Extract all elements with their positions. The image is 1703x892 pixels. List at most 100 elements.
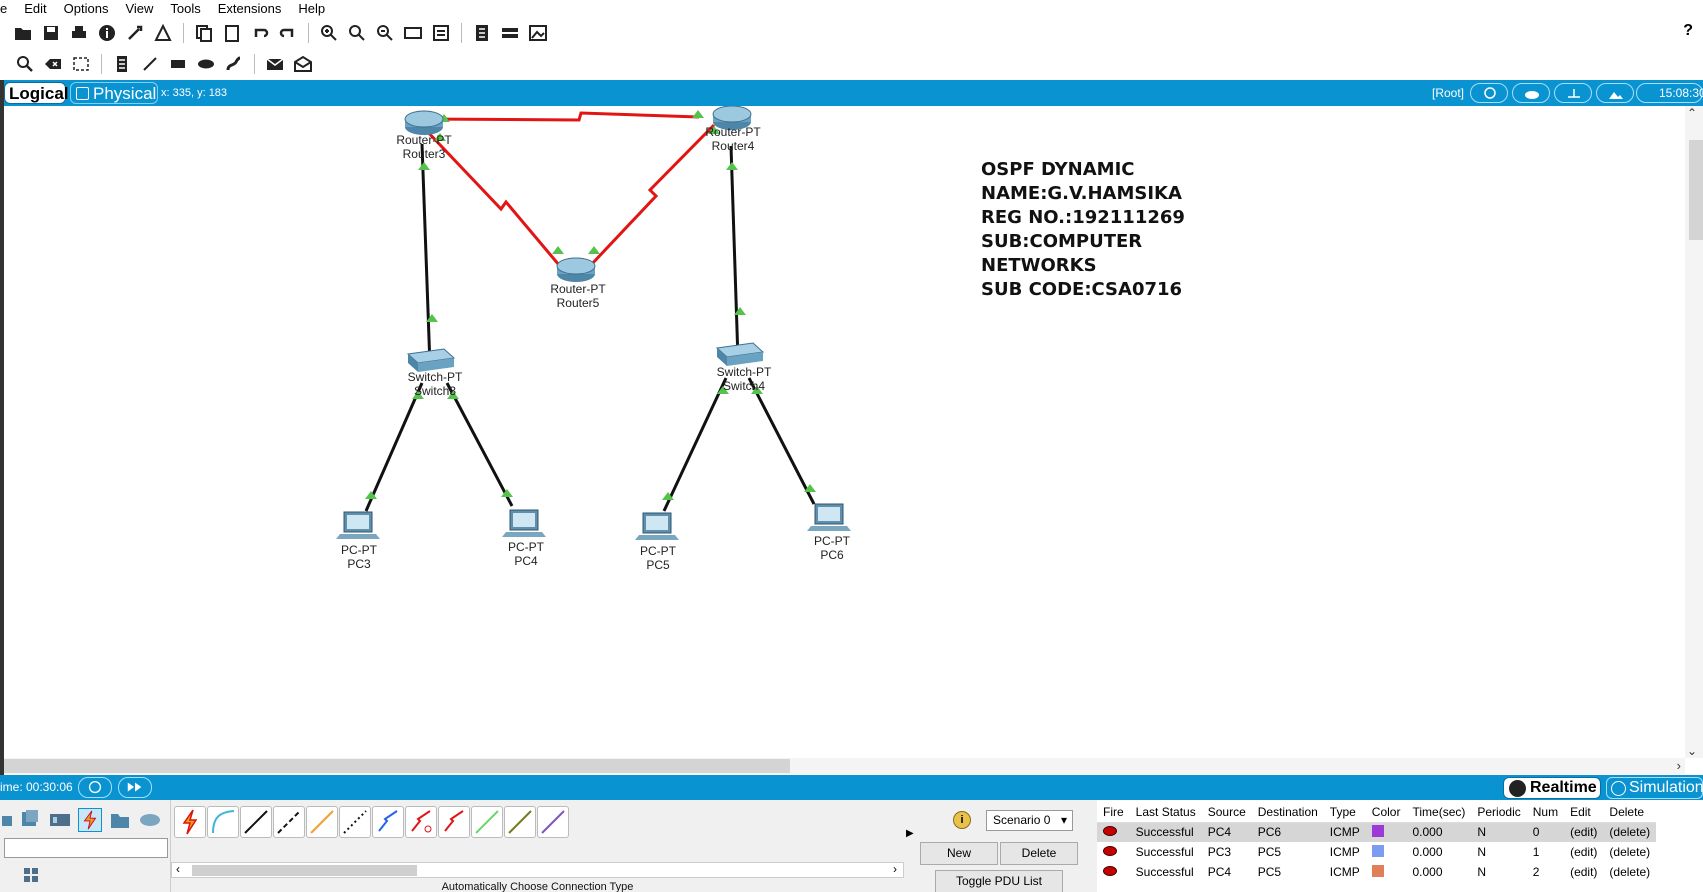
grid-icon[interactable]	[24, 868, 38, 882]
collapse-arrow-icon[interactable]: ▶	[906, 828, 914, 839]
new-cluster-button[interactable]	[1554, 83, 1592, 103]
print-icon[interactable]	[68, 22, 90, 44]
physical-tab[interactable]: Physical	[70, 82, 158, 104]
scroll-right-icon[interactable]: ›	[1677, 758, 1681, 773]
connection-types-scrollbar[interactable]: ‹ ›	[171, 862, 904, 878]
scenario-info-icon[interactable]: i	[953, 811, 971, 829]
drawing-palette-icon[interactable]	[402, 22, 424, 44]
menu-options[interactable]: Options	[64, 1, 109, 17]
connections-icon[interactable]	[78, 808, 102, 832]
menu-edit[interactable]: Edit	[24, 1, 46, 17]
scroll-down-icon[interactable]: ⌄	[1687, 744, 1697, 758]
router4-label: Router-PT Router4	[688, 125, 778, 153]
freeform-icon[interactable]	[223, 53, 245, 75]
delete-icon[interactable]	[42, 53, 64, 75]
place-note-icon[interactable]	[111, 53, 133, 75]
menu-help[interactable]: Help	[298, 1, 325, 17]
draw-rectangle-icon[interactable]	[167, 53, 189, 75]
menu-file[interactable]: e	[0, 1, 7, 17]
inspect-icon[interactable]	[14, 53, 36, 75]
background-image-button[interactable]	[1596, 83, 1634, 103]
save-icon[interactable]	[40, 22, 62, 44]
miscellaneous-icon[interactable]	[108, 808, 132, 832]
menu-view[interactable]: View	[125, 1, 153, 17]
scenario-select[interactable]: Scenario 0	[986, 810, 1073, 831]
fire-icon[interactable]	[1103, 866, 1117, 876]
custom-devices-icon[interactable]	[430, 22, 452, 44]
select-icon[interactable]	[2, 53, 8, 75]
logical-tab[interactable]: Logical	[4, 82, 69, 104]
serial-dte-button[interactable]	[438, 806, 470, 838]
workspace-note[interactable]: OSPF DYNAMIC NAME:G.V.HAMSIKA REG NO.:19…	[981, 158, 1185, 302]
pdu-edit-link[interactable]: (edit)	[1564, 842, 1603, 862]
workspace-vertical-scrollbar[interactable]: ⌃ ⌄	[1685, 106, 1703, 758]
screenshot-icon[interactable]	[527, 22, 549, 44]
menu-extensions[interactable]: Extensions	[218, 1, 282, 17]
copper-straight-through-button[interactable]	[240, 806, 272, 838]
pdu-delete-link[interactable]: (delete)	[1603, 842, 1656, 862]
fiber-button[interactable]	[306, 806, 338, 838]
pdu-edit-link[interactable]: (edit)	[1564, 822, 1604, 842]
delete-scenario-button[interactable]: Delete	[1000, 842, 1078, 865]
logical-workspace[interactable]: Router-PT Router3 Router-PT Router4 Rout…	[4, 106, 1685, 758]
text-file-icon[interactable]	[471, 22, 493, 44]
phone-cable-button[interactable]	[339, 806, 371, 838]
device-manager-icon[interactable]	[499, 22, 521, 44]
components-icon[interactable]	[48, 808, 72, 832]
scroll-left-icon[interactable]: ‹	[176, 862, 180, 876]
wizard-icon[interactable]	[124, 22, 146, 44]
coaxial-button[interactable]	[372, 806, 404, 838]
draw-ellipse-icon[interactable]	[195, 53, 217, 75]
pdu-row[interactable]: Successful PC4 PC6 ICMP 0.000 N 0 (edit)…	[1097, 822, 1657, 842]
undo-icon[interactable]	[249, 22, 271, 44]
scroll-up-icon[interactable]: ⌃	[1687, 106, 1697, 120]
fire-icon[interactable]	[1103, 846, 1117, 856]
environment-button[interactable]	[1512, 83, 1550, 103]
workspace-horizontal-scrollbar[interactable]: ›	[4, 758, 1685, 774]
octal-cable-button[interactable]	[471, 806, 503, 838]
multiuser-icon[interactable]	[138, 808, 162, 832]
pdu-row[interactable]: Successful PC3 PC5 ICMP 0.000 N 1 (edit)…	[1097, 842, 1656, 862]
vertical-scroll-thumb[interactable]	[1689, 140, 1703, 240]
router3-label: Router-PT Router3	[379, 133, 469, 161]
help-button[interactable]: ?	[1683, 22, 1693, 40]
power-cycle-button[interactable]	[78, 777, 112, 798]
draw-line-icon[interactable]	[139, 53, 161, 75]
open-folder-icon[interactable]	[12, 22, 34, 44]
add-complex-pdu-icon[interactable]	[292, 53, 314, 75]
fast-forward-button[interactable]	[118, 777, 152, 798]
auto-connection-button[interactable]	[174, 806, 206, 838]
copy-icon[interactable]	[193, 22, 215, 44]
device-search-field[interactable]	[4, 838, 168, 858]
iot-custom-cable-button[interactable]	[504, 806, 536, 838]
connection-scroll-thumb[interactable]	[192, 865, 417, 876]
pdu-delete-link[interactable]: (delete)	[1603, 822, 1657, 842]
zoom-reset-icon[interactable]	[346, 22, 368, 44]
copper-cross-over-button[interactable]	[273, 806, 305, 838]
network-info-icon[interactable]	[152, 22, 174, 44]
zoom-out-icon[interactable]	[374, 22, 396, 44]
horizontal-scroll-thumb[interactable]	[4, 759, 790, 773]
end-devices-icon[interactable]	[18, 808, 42, 832]
paste-icon[interactable]	[221, 22, 243, 44]
menu-tools[interactable]: Tools	[170, 1, 200, 17]
realtime-mode-button[interactable]: Realtime	[1503, 777, 1601, 799]
add-simple-pdu-icon[interactable]	[264, 53, 286, 75]
info-icon[interactable]	[96, 22, 118, 44]
usb-cable-button[interactable]	[537, 806, 569, 838]
toggle-pdu-list-button[interactable]: Toggle PDU List Window	[935, 870, 1063, 892]
fire-icon[interactable]	[1103, 826, 1117, 837]
new-scenario-button[interactable]: New	[920, 842, 998, 865]
viewport-button[interactable]	[1470, 83, 1508, 103]
zoom-in-icon[interactable]	[318, 22, 340, 44]
scroll-right-icon[interactable]: ›	[893, 862, 897, 876]
simulation-mode-button[interactable]: Simulation	[1606, 777, 1703, 799]
pdu-row[interactable]: Successful PC4 PC5 ICMP 0.000 N 2 (edit)…	[1097, 862, 1656, 882]
console-cable-button[interactable]	[207, 806, 239, 838]
root-breadcrumb[interactable]: [Root]	[1432, 86, 1464, 100]
serial-dce-button[interactable]	[405, 806, 437, 838]
redo-icon[interactable]	[277, 22, 299, 44]
resize-icon[interactable]	[70, 53, 92, 75]
pdu-delete-link[interactable]: (delete)	[1603, 862, 1656, 882]
pdu-edit-link[interactable]: (edit)	[1564, 862, 1603, 882]
